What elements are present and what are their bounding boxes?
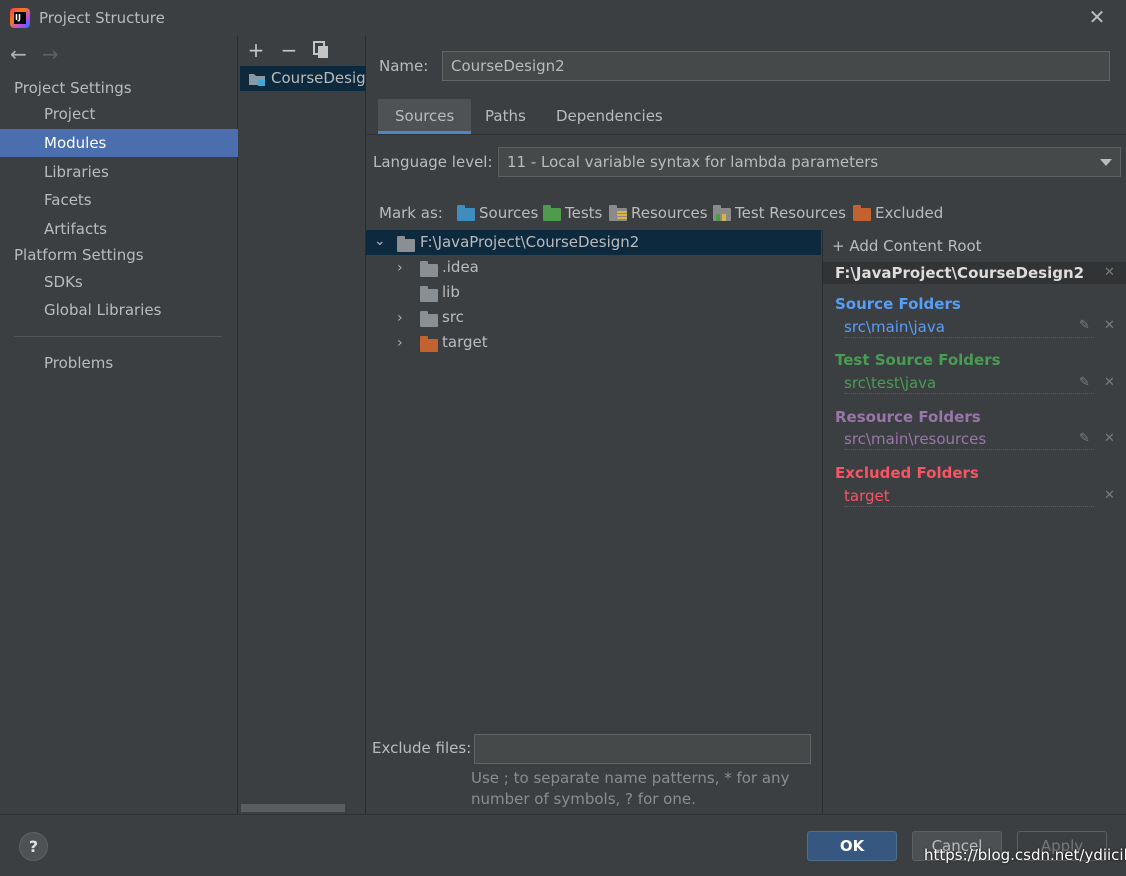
tab-paths[interactable]: Paths: [468, 99, 543, 134]
mark-as-sources-button[interactable]: Sources: [457, 202, 539, 224]
source-folders-title: Source Folders: [835, 295, 961, 313]
module-name-input[interactable]: [442, 51, 1110, 81]
mark-as-test-resources-button[interactable]: Test Resources: [713, 202, 849, 224]
tree-root-label: F:\JavaProject\CourseDesign2: [420, 233, 640, 251]
edit-icon[interactable]: ✎: [1079, 375, 1090, 390]
remove-icon[interactable]: ✕: [1104, 375, 1115, 390]
window-title: Project Structure: [39, 9, 165, 27]
logo-text: IJ: [14, 12, 26, 24]
content-root-header: F:\JavaProject\CourseDesign2 ✕: [823, 262, 1126, 284]
sidebar-item-sdks[interactable]: SDKs: [0, 268, 238, 296]
tree-item-label: .idea: [442, 258, 479, 276]
tab-dependencies[interactable]: Dependencies: [539, 99, 680, 134]
tree-row-lib[interactable]: lib: [366, 280, 821, 305]
tree-row-idea[interactable]: › .idea: [366, 255, 821, 280]
ok-button[interactable]: OK: [807, 831, 897, 861]
chevron-right-icon[interactable]: ›: [397, 260, 403, 276]
mark-as-tests-button[interactable]: Tests: [543, 202, 605, 224]
exclude-files-hint: Use ; to separate name patterns, * for a…: [471, 769, 790, 808]
resources-folder-icon: [609, 205, 627, 221]
tree-row-src[interactable]: › src: [366, 305, 821, 330]
close-icon[interactable]: ✕: [1086, 6, 1108, 28]
name-label: Name:: [379, 57, 429, 75]
sidebar-item-facets[interactable]: Facets: [0, 186, 238, 214]
module-folder-icon: [249, 74, 265, 86]
language-level-value: 11 - Local variable syntax for lambda pa…: [507, 153, 879, 171]
resource-folders-title: Resource Folders: [835, 408, 981, 426]
section-platform-settings: Platform Settings: [14, 246, 144, 264]
mark-as-excluded-button[interactable]: Excluded: [853, 202, 945, 224]
test-source-folder-path: src\test\java: [844, 374, 1094, 394]
resource-folder-path: src\main\resources: [844, 430, 1094, 450]
excluded-folder-icon: [420, 336, 438, 352]
edit-icon[interactable]: ✎: [1079, 318, 1090, 333]
tests-folder-icon: [543, 205, 561, 221]
module-list-item[interactable]: CourseDesign2: [240, 66, 366, 91]
sidebar-item-artifacts[interactable]: Artifacts: [0, 215, 238, 243]
folder-icon: [397, 236, 415, 252]
sidebar-item-libraries[interactable]: Libraries: [0, 158, 238, 186]
exclude-files-label: Exclude files:: [372, 739, 472, 757]
section-project-settings: Project Settings: [14, 79, 132, 97]
remove-root-icon[interactable]: ✕: [1104, 265, 1115, 280]
sidebar-divider: [14, 336, 222, 337]
sidebar-item-global-libraries[interactable]: Global Libraries: [0, 296, 238, 324]
edit-icon[interactable]: ✎: [1079, 431, 1090, 446]
title-bar: [0, 0, 1126, 36]
folder-icon: [420, 261, 438, 277]
add-module-button[interactable]: +: [246, 40, 266, 60]
content-root-path: F:\JavaProject\CourseDesign2: [835, 264, 1085, 282]
module-name: CourseDesign2: [271, 69, 366, 87]
mark-as-tests-label: Tests: [565, 204, 603, 222]
add-content-root-button[interactable]: + Add Content Root: [832, 237, 982, 255]
tab-sources[interactable]: Sources: [378, 99, 472, 134]
folder-icon: [420, 311, 438, 327]
folder-icon: [420, 286, 438, 302]
test-resources-bar-icon: [722, 214, 726, 221]
mark-as-label: Mark as:: [379, 204, 443, 222]
sidebar-item-project[interactable]: Project: [0, 100, 238, 128]
tree-item-label: target: [442, 333, 488, 351]
remove-icon[interactable]: ✕: [1104, 488, 1115, 503]
source-folder-path: src\main\java: [844, 318, 1094, 338]
remove-module-button[interactable]: −: [279, 40, 299, 60]
mark-as-excluded-label: Excluded: [875, 204, 944, 222]
intellij-logo-icon: IJ: [10, 8, 30, 28]
chevron-down-icon: [1100, 159, 1112, 166]
forward-arrow-icon[interactable]: →: [42, 42, 59, 66]
tree-item-label: src: [442, 308, 464, 326]
language-level-label: Language level:: [373, 153, 493, 171]
test-source-folders-title: Test Source Folders: [835, 351, 1001, 369]
mark-as-resources-label: Resources: [631, 204, 708, 222]
resources-lines-icon: [617, 211, 627, 213]
excluded-folders-title: Excluded Folders: [835, 464, 979, 482]
remove-icon[interactable]: ✕: [1104, 431, 1115, 446]
watermark-text: https://blog.csdn.net/ydiicib: [924, 846, 1126, 864]
sidebar-item-problems[interactable]: Problems: [0, 349, 238, 377]
back-arrow-icon[interactable]: ←: [10, 42, 27, 66]
help-button[interactable]: ?: [19, 832, 48, 861]
mark-as-resources-button[interactable]: Resources: [609, 202, 709, 224]
chevron-right-icon[interactable]: ›: [397, 335, 403, 351]
module-list-panel: [239, 36, 366, 814]
chevron-right-icon[interactable]: ›: [397, 310, 403, 326]
language-level-select[interactable]: 11 - Local variable syntax for lambda pa…: [498, 147, 1121, 177]
mark-as-test-resources-label: Test Resources: [735, 204, 846, 222]
tree-row-target[interactable]: › target: [366, 330, 821, 355]
test-resources-bar-icon: [716, 214, 720, 221]
tree-root-row[interactable]: ⌄ F:\JavaProject\CourseDesign2: [366, 230, 821, 255]
exclude-files-input[interactable]: [474, 734, 811, 764]
remove-icon[interactable]: ✕: [1104, 318, 1115, 333]
copy-icon[interactable]: [313, 41, 329, 59]
sources-folder-icon: [457, 205, 475, 221]
excluded-folder-icon: [853, 205, 871, 221]
chevron-down-icon[interactable]: ⌄: [374, 233, 386, 249]
mark-as-sources-label: Sources: [479, 204, 539, 222]
tree-item-label: lib: [442, 283, 460, 301]
sidebar-item-modules[interactable]: Modules: [0, 129, 238, 157]
excluded-folder-path: target: [844, 487, 1094, 507]
horizontal-scrollbar[interactable]: [241, 804, 345, 812]
